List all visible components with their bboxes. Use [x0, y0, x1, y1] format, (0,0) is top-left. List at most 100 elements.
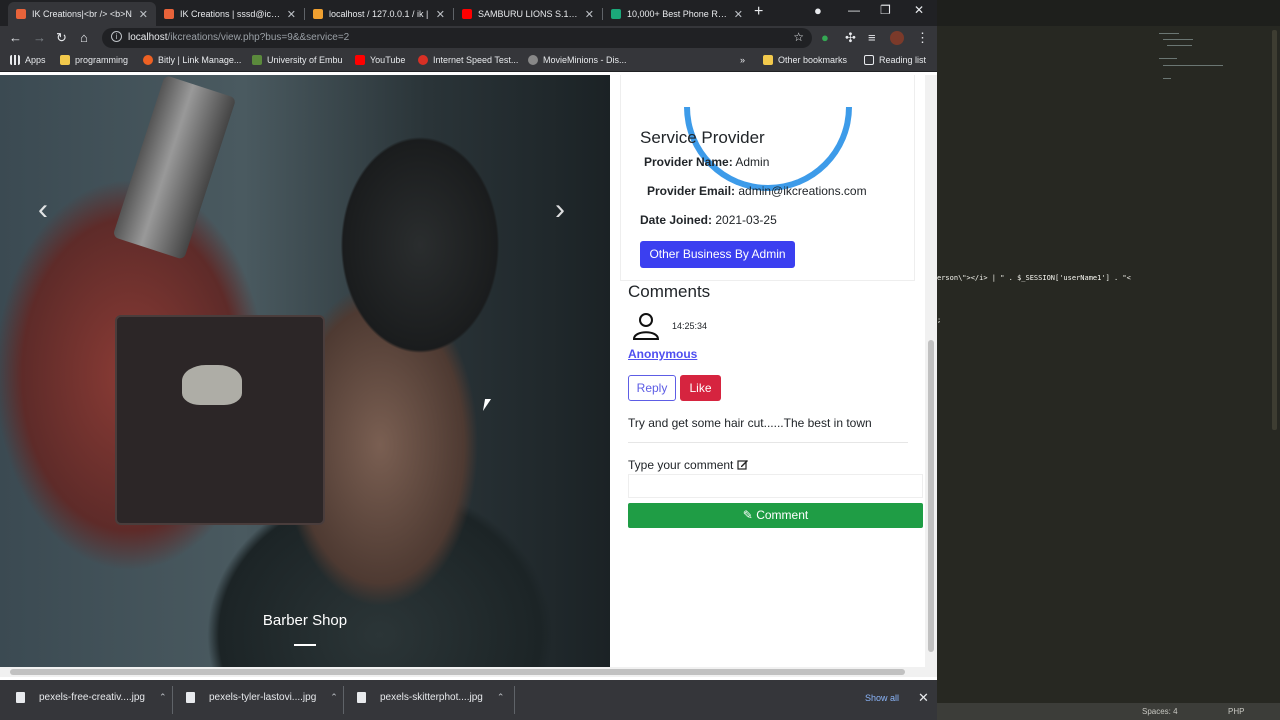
address-bar[interactable]: i localhost/ikcreations/view.php?bus=9&&…	[102, 28, 812, 48]
close-window-icon[interactable]: ✕	[914, 3, 924, 17]
grammarly-extension-icon[interactable]: ●	[821, 30, 829, 46]
tab-phpmyadmin[interactable]: localhost / 127.0.0.1 / ik | ✕	[305, 2, 453, 26]
minimap-line	[1163, 78, 1171, 79]
comment-input-label: Type your comment	[628, 458, 749, 472]
editor-titlebar	[937, 0, 1280, 26]
divider	[628, 442, 908, 443]
date-joined-label: Date Joined:	[640, 213, 713, 227]
profile-avatar[interactable]	[890, 31, 904, 45]
chevron-up-icon[interactable]: ⌃	[497, 692, 505, 703]
media-control-icon[interactable]: ≡	[868, 30, 876, 46]
browser-window: IK Creations|<br /> <b>N ✕ IK Creations …	[0, 0, 937, 720]
hero-carousel[interactable]: ‹ › Barber Shop	[0, 75, 610, 667]
url-text[interactable]: localhost/ikcreations/view.php?bus=9&&se…	[128, 32, 349, 43]
indent-setting[interactable]: Spaces: 4	[1142, 707, 1178, 716]
chevron-left-icon[interactable]: ‹	[38, 193, 48, 227]
folder-icon	[763, 55, 773, 65]
editor-scrollbar[interactable]	[1272, 30, 1277, 430]
bookmark-apps[interactable]: Apps	[10, 55, 46, 65]
code-line[interactable]: erson\"></i> | " . $_SESSION['userName1'…	[937, 274, 1131, 282]
download-item[interactable]: pexels-free-creativ....jpg ⌃	[16, 692, 167, 703]
more-bookmarks-icon[interactable]: »	[740, 55, 745, 65]
tab-close-icon[interactable]: ✕	[585, 8, 594, 21]
tab-title: localhost / 127.0.0.1 / ik |	[329, 9, 429, 19]
hero-image-spray-can	[112, 75, 237, 260]
menu-kebab-icon[interactable]: ⋮	[916, 30, 929, 46]
bookmark-bitly[interactable]: Bitly | Link Manage...	[143, 55, 241, 65]
show-all-downloads-link[interactable]: Show all	[865, 693, 899, 703]
download-item[interactable]: pexels-tyler-lastovi....jpg ⌃	[186, 692, 338, 703]
home-icon[interactable]: ⌂	[80, 30, 88, 46]
tab-close-icon[interactable]: ✕	[436, 8, 445, 21]
tab-search-icon[interactable]: ●	[814, 3, 822, 18]
reload-icon[interactable]: ↻	[56, 30, 67, 46]
like-button[interactable]: Like	[680, 375, 721, 401]
apps-grid-icon	[10, 55, 20, 65]
bookmark-university[interactable]: University of Embu	[252, 55, 343, 65]
provider-email-label: Provider Email:	[647, 184, 736, 198]
browser-toolbar: ← → ↻ ⌂ i localhost/ikcreations/view.php…	[0, 26, 937, 50]
comment-author-link[interactable]: Anonymous	[628, 347, 697, 361]
chevron-up-icon[interactable]: ⌃	[159, 692, 167, 703]
tab-ik-creations-active[interactable]: IK Creations|<br /> <b>N ✕	[8, 2, 156, 26]
bookmark-other[interactable]: Other bookmarks	[763, 55, 847, 65]
editor-minimap[interactable]	[1159, 30, 1259, 90]
comment-submit-button[interactable]: ✎ Comment	[628, 503, 923, 528]
tab-title: 10,000+ Best Phone Repa	[627, 9, 728, 19]
carousel-indicator[interactable]	[294, 644, 316, 646]
speedtest-icon	[418, 55, 428, 65]
chevron-right-icon[interactable]: ›	[555, 193, 565, 227]
download-item[interactable]: pexels-skitterphot....jpg ⌃	[357, 692, 504, 703]
tab-close-icon[interactable]: ✕	[734, 8, 743, 21]
bookmark-label: Internet Speed Test...	[433, 55, 519, 65]
bookmark-youtube[interactable]: YouTube	[355, 55, 405, 65]
forward-icon[interactable]: →	[33, 30, 46, 46]
tab-youtube[interactable]: SAMBURU LIONS S.1 E.9 ✕	[454, 2, 602, 26]
scrollbar-thumb[interactable]	[10, 669, 905, 675]
close-downloads-icon[interactable]: ✕	[918, 690, 929, 706]
syntax-setting[interactable]: PHP	[1228, 707, 1244, 716]
page-vertical-scrollbar[interactable]	[925, 75, 937, 667]
chevron-up-icon[interactable]: ⌃	[330, 692, 338, 703]
extensions-icon[interactable]: ✣	[845, 30, 856, 46]
tab-ik-creations-2[interactable]: IK Creations | sssd@icreati ✕	[156, 2, 304, 26]
tab-favicon-icon	[164, 9, 174, 19]
new-tab-icon[interactable]: +	[754, 3, 763, 21]
scrollbar-thumb[interactable]	[928, 340, 934, 652]
comment-submit-label: Comment	[756, 508, 809, 522]
page-horizontal-scrollbar[interactable]	[0, 667, 937, 677]
file-icon	[357, 692, 366, 703]
university-icon	[252, 55, 262, 65]
minimap-line	[1159, 58, 1177, 59]
reading-list[interactable]: Reading list	[864, 55, 926, 65]
edit-icon	[737, 460, 749, 470]
comment-text: Try and get some hair cut......The best …	[628, 416, 872, 430]
minimize-icon[interactable]: —	[848, 3, 860, 17]
url-host: localhost	[128, 32, 168, 43]
file-icon	[186, 692, 195, 703]
carousel-caption: Barber Shop	[262, 612, 348, 629]
minimap-line	[1167, 45, 1192, 46]
minimap-line	[1159, 33, 1179, 34]
reply-button[interactable]: Reply	[628, 375, 676, 401]
date-joined-row: Date Joined: 2021-03-25	[640, 213, 777, 227]
bookmark-label: MovieMinions - Dis...	[543, 55, 627, 65]
bookmark-label: YouTube	[370, 55, 406, 65]
minimap-line	[1163, 39, 1193, 40]
other-business-button[interactable]: Other Business By Admin	[640, 241, 795, 268]
tab-phone-repair[interactable]: 10,000+ Best Phone Repa ✕	[603, 2, 751, 26]
site-info-icon[interactable]: i	[111, 31, 122, 42]
bookmark-movieminions[interactable]: MovieMinions - Dis...	[528, 55, 627, 65]
file-icon	[16, 692, 25, 703]
tab-close-icon[interactable]: ✕	[139, 8, 148, 21]
restore-icon[interactable]: ❐	[880, 3, 891, 17]
bookmark-programming[interactable]: programming	[60, 55, 128, 65]
code-line[interactable]: ;	[937, 316, 941, 324]
comment-input[interactable]	[628, 474, 923, 498]
provider-name-label: Provider Name:	[644, 155, 733, 169]
bookmark-speed-test[interactable]: Internet Speed Test...	[418, 55, 518, 65]
back-icon[interactable]: ←	[9, 30, 22, 46]
comment-time: 14:25:34	[672, 321, 708, 331]
tab-close-icon[interactable]: ✕	[287, 8, 296, 21]
bookmark-star-icon[interactable]: ☆	[793, 30, 804, 44]
